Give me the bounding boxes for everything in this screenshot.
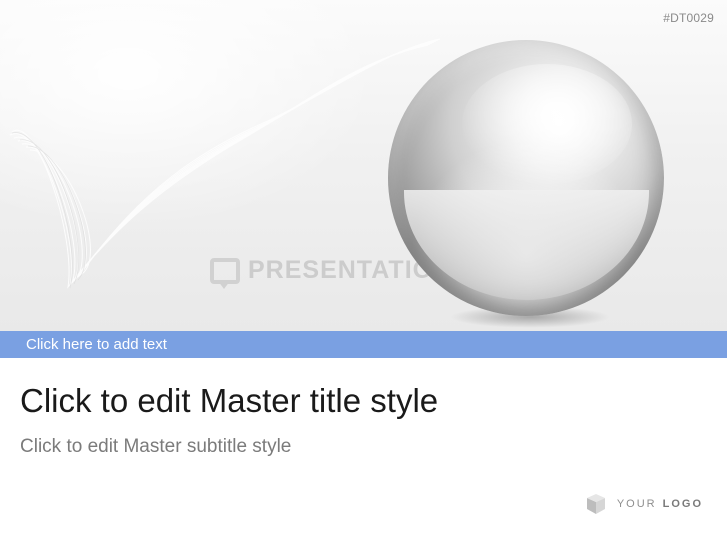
sphere-highlight [462,64,632,184]
logo-mark-icon [586,494,605,514]
master-title-placeholder[interactable]: Click to edit Master title style [20,382,438,420]
logo-word-logo: LOGO [662,498,703,510]
slide-canvas: PRESENTATIONLOAD #DT0029 Click here to a… [0,0,727,545]
text-band[interactable]: Click here to add text [0,331,727,358]
logo-text: YOUR LOGO [617,498,703,510]
master-subtitle-placeholder[interactable]: Click to edit Master subtitle style [20,436,291,458]
watermark-logo-icon [210,257,240,289]
your-logo: YOUR LOGO [585,493,703,515]
logo-word-your: YOUR [616,498,657,510]
slide-id-label: #DT0029 [663,11,714,25]
band-placeholder-text[interactable]: Click here to add text [26,336,167,353]
hero-image-area: PRESENTATIONLOAD #DT0029 [0,0,727,331]
